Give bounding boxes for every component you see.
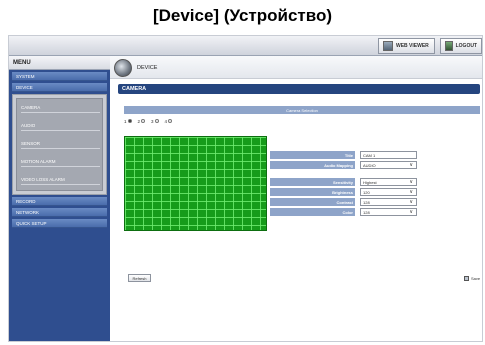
sidebar-item-video-loss-alarm[interactable]: VIDEO LOSS ALARM bbox=[21, 173, 100, 185]
camera-radio-1[interactable]: 1 bbox=[124, 119, 132, 124]
sidebar-item-quick-setup[interactable]: QUICK SETUP bbox=[12, 219, 107, 228]
color-select[interactable]: 128 bbox=[360, 208, 417, 216]
save-button[interactable]: Save bbox=[464, 274, 480, 282]
main-content: DEVICE CAMERA Camera Selection 1 2 3 4 T… bbox=[110, 56, 482, 341]
web-viewer-label: WEB VIEWER bbox=[396, 43, 429, 49]
camera-radio-label: 4 bbox=[164, 118, 168, 124]
property-label: Audio Mapping bbox=[270, 161, 355, 169]
sidebar-item-device[interactable]: DEVICE bbox=[12, 83, 107, 92]
monitor-icon bbox=[383, 41, 393, 51]
camera-radio-label: 2 bbox=[137, 118, 141, 124]
save-icon bbox=[464, 275, 469, 281]
radio-unchecked-icon bbox=[154, 119, 159, 123]
breadcrumb: DEVICE bbox=[110, 56, 482, 79]
title-input[interactable]: CAM 1 bbox=[360, 151, 417, 159]
property-label: Sensitivity bbox=[270, 178, 355, 186]
camera-radio-3[interactable]: 3 bbox=[151, 119, 159, 124]
device-submenu: CAMERA AUDIO SENSOR MOTION ALARM VIDEO L… bbox=[12, 94, 107, 195]
save-label: Save bbox=[471, 275, 481, 281]
camera-preview-grid[interactable] bbox=[124, 136, 267, 231]
sidebar-menu: MENU SYSTEM DEVICE CAMERA AUDIO SENSOR M… bbox=[9, 56, 110, 341]
radio-checked-icon bbox=[127, 119, 132, 123]
refresh-button[interactable]: Refresh bbox=[128, 274, 151, 282]
brightness-select[interactable]: 120 bbox=[360, 188, 417, 196]
property-label: Title bbox=[270, 151, 355, 159]
property-row-audio-mapping: Audio Mapping AUDIO bbox=[270, 161, 417, 169]
logout-label: LOGOUT bbox=[455, 43, 477, 49]
property-row-sensitivity: Sensitivity Highest bbox=[270, 178, 417, 186]
camera-radio-label: 3 bbox=[151, 118, 154, 124]
camera-selection-header: Camera Selection bbox=[124, 106, 480, 114]
property-row-color: Color 128 bbox=[270, 208, 417, 216]
property-row-title: Title CAM 1 bbox=[270, 151, 417, 159]
camera-properties: Title CAM 1 Audio Mapping AUDIO Sensitiv… bbox=[270, 151, 417, 225]
section-title: CAMERA bbox=[118, 84, 480, 94]
sidebar-item-camera[interactable]: CAMERA bbox=[21, 101, 100, 113]
device-submenu-panel: CAMERA AUDIO SENSOR MOTION ALARM VIDEO L… bbox=[16, 98, 103, 191]
sidebar-item-motion-alarm[interactable]: MOTION ALARM bbox=[21, 155, 100, 167]
sensitivity-select[interactable]: Highest bbox=[360, 178, 417, 186]
breadcrumb-label: DEVICE bbox=[137, 65, 158, 71]
menu-title: MENU bbox=[9, 56, 110, 70]
camera-radio-4[interactable]: 4 bbox=[165, 119, 173, 124]
sidebar-item-system[interactable]: SYSTEM bbox=[12, 72, 107, 81]
web-viewer-button[interactable]: WEB VIEWER bbox=[378, 38, 435, 54]
sidebar-item-sensor[interactable]: SENSOR bbox=[21, 137, 100, 149]
camera-radio-group: 1 2 3 4 bbox=[124, 117, 178, 125]
property-label: Color bbox=[270, 208, 355, 216]
audio-mapping-select[interactable]: AUDIO bbox=[360, 161, 417, 169]
camera-radio-2[interactable]: 2 bbox=[138, 119, 146, 124]
logout-button[interactable]: LOGOUT bbox=[440, 38, 482, 54]
sidebar-item-record[interactable]: RECORD bbox=[12, 197, 107, 206]
property-row-brightness: Brightness 120 bbox=[270, 188, 417, 196]
page-caption: [Device] (Устройство) bbox=[152, 6, 333, 25]
radio-unchecked-icon bbox=[141, 119, 146, 123]
logout-icon bbox=[445, 41, 453, 51]
property-label: Contrast bbox=[270, 198, 355, 206]
radio-unchecked-icon bbox=[168, 119, 173, 123]
contrast-select[interactable]: 128 bbox=[360, 198, 417, 206]
property-row-contrast: Contrast 128 bbox=[270, 198, 417, 206]
property-label: Brightness bbox=[270, 188, 355, 196]
sidebar-item-audio[interactable]: AUDIO bbox=[21, 119, 100, 131]
dvr-admin-window: WEB VIEWER LOGOUT MENU SYSTEM DEVICE CAM… bbox=[8, 35, 483, 342]
camera-radio-label: 1 bbox=[124, 118, 127, 124]
sidebar-item-network[interactable]: NETWORK bbox=[12, 208, 107, 217]
camera-lens-icon bbox=[114, 59, 132, 77]
top-toolbar: WEB VIEWER LOGOUT bbox=[9, 36, 482, 56]
